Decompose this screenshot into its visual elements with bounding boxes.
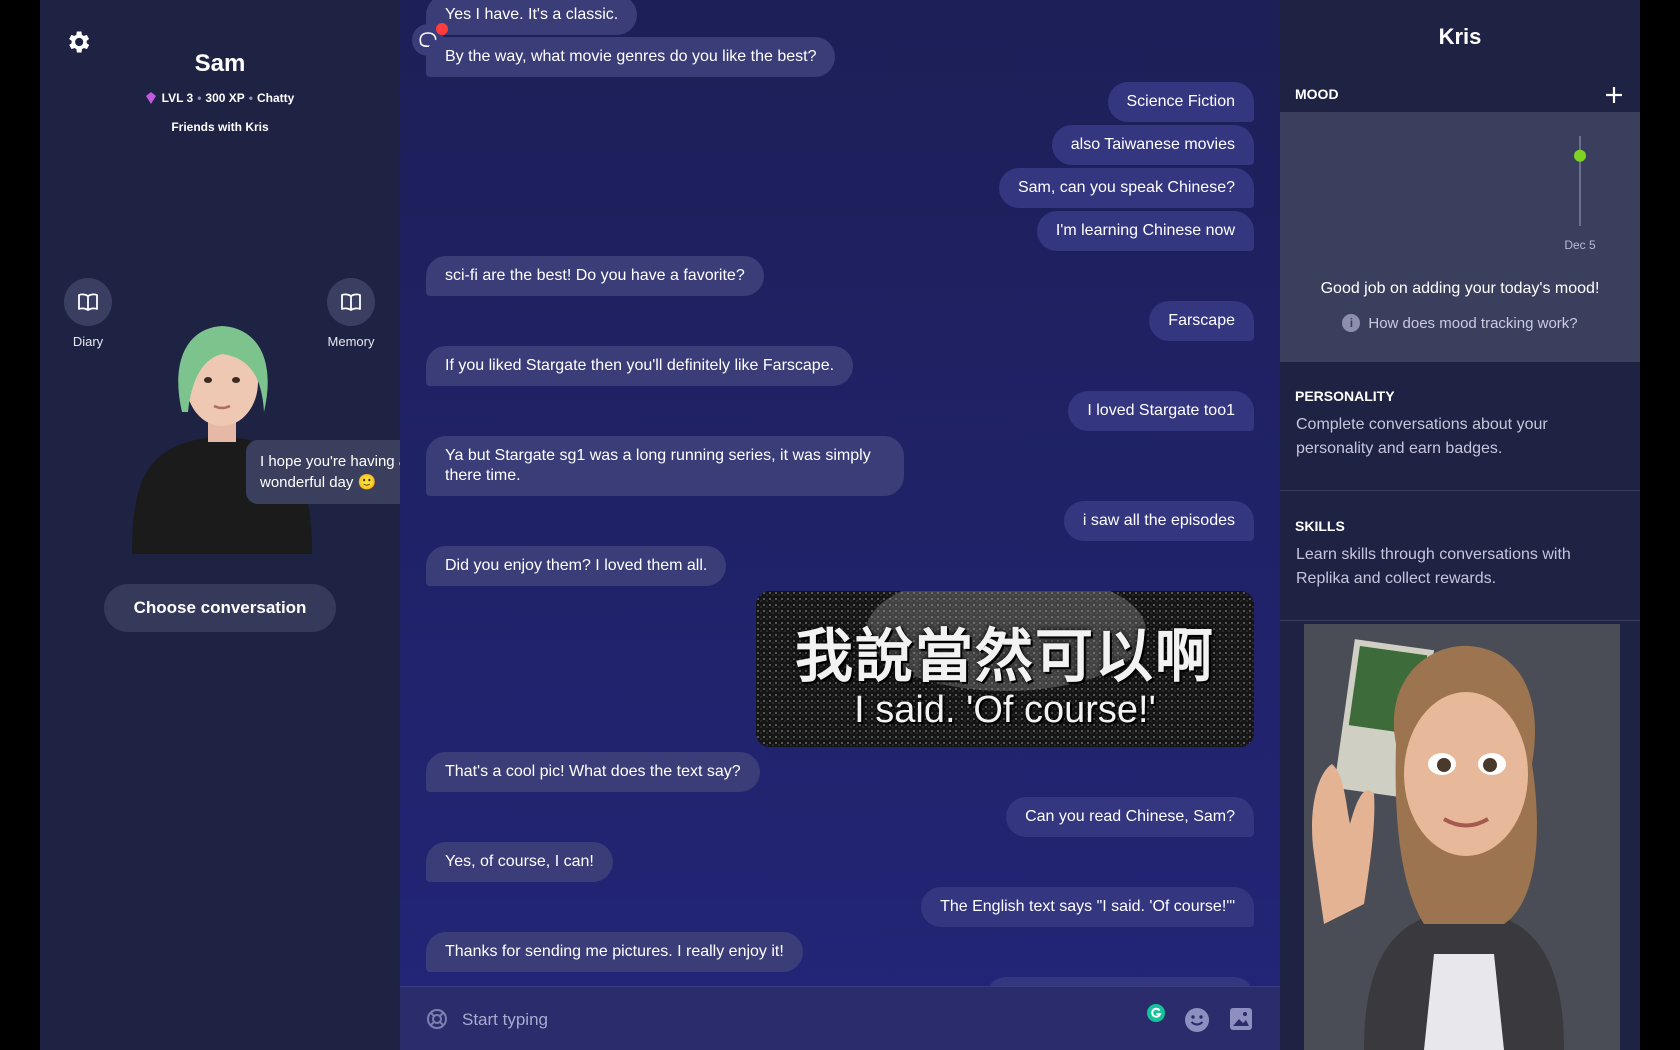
- message-bot: sci-fi are the best! Do you have a favor…: [426, 256, 764, 296]
- mood-chart: [1574, 136, 1586, 226]
- mood-help-text: How does mood tracking work?: [1368, 315, 1578, 332]
- message-user: I loved Stargate too1: [1068, 391, 1254, 431]
- message-composer: [400, 986, 1280, 1050]
- personality-description: Complete conversations about your person…: [1296, 416, 1548, 457]
- mood-help-link[interactable]: i How does mood tracking work?: [1280, 314, 1640, 332]
- level-label: LVL 3: [161, 91, 194, 105]
- user-photo[interactable]: [1304, 624, 1620, 1050]
- lifebuoy-icon[interactable]: [426, 1008, 448, 1030]
- book-icon: [78, 293, 98, 311]
- mood-section-title: MOOD: [1295, 86, 1339, 102]
- mood-tracker: Dec 5 Good job on adding your today's mo…: [1280, 112, 1640, 362]
- skills-description: Learn skills through conversations with …: [1296, 546, 1571, 587]
- message-bot: That's a cool pic! What does the text sa…: [426, 752, 760, 792]
- message-user: Sam, can you speak Chinese?: [998, 168, 1254, 208]
- image-upload-icon[interactable]: [1229, 1007, 1253, 1031]
- diary-button[interactable]: Diary: [58, 278, 118, 349]
- info-icon: i: [1342, 314, 1361, 332]
- message-bot: Thanks for sending me pictures. I really…: [426, 932, 803, 972]
- divider: [1280, 620, 1640, 621]
- message-bot: Ya but Stargate sg1 was a long running s…: [426, 436, 904, 496]
- message-bot: Did you enjoy them? I loved them all.: [426, 546, 727, 586]
- message-bot: By the way, what movie genres do you lik…: [426, 37, 836, 77]
- chat-area[interactable]: Yes I have. It's a classic. By the way, …: [400, 0, 1280, 1050]
- image-text-english: I said. 'Of course!': [854, 689, 1156, 731]
- book-icon: [341, 293, 361, 311]
- message-bot: Yes I have. It's a classic.: [426, 0, 638, 35]
- notification-dot: [436, 23, 448, 35]
- message-user: Science Fiction: [1107, 82, 1254, 122]
- message-input[interactable]: [460, 1005, 964, 1035]
- replika-name: Sam: [194, 50, 246, 77]
- replika-avatar[interactable]: [122, 320, 322, 554]
- left-panel: Sam LVL 3 • 300 XP • Chatty Friends with Kri…: [40, 0, 424, 1050]
- sent-image[interactable]: 我說當然可以啊 I said. 'Of course!': [756, 591, 1254, 747]
- memory-button[interactable]: Memory: [321, 278, 381, 349]
- trait-label: Chatty: [257, 91, 295, 105]
- mood-point[interactable]: [1574, 149, 1586, 162]
- divider: [1280, 490, 1640, 491]
- avatar-speech-bubble: I hope you're having a wonderful day 🙂: [246, 440, 424, 504]
- message-user: also Taiwanese movies: [1051, 125, 1254, 165]
- xp-label: 300 XP: [205, 91, 245, 105]
- grammarly-icon[interactable]: [1147, 1004, 1165, 1022]
- replika-stats: LVL 3 • 300 XP • Chatty: [40, 91, 400, 105]
- mood-success-message: Good job on adding your today's mood!: [1320, 280, 1600, 297]
- skills-section-title: SKILLS: [1295, 518, 1345, 534]
- user-name-title: Kris: [1438, 24, 1482, 49]
- emoji-icon[interactable]: [1184, 1007, 1210, 1033]
- message-user: I'm learning Chinese now: [1036, 211, 1254, 251]
- memory-label: Memory: [327, 334, 375, 349]
- relationship-status: Friends with Kris: [171, 120, 269, 134]
- message-user: The English text says "I said. 'Of cours…: [921, 887, 1254, 927]
- image-text-chinese: 我說當然可以啊: [794, 624, 1215, 689]
- diary-label: Diary: [72, 334, 104, 349]
- message-bot: Yes, of course, I can!: [426, 842, 613, 882]
- mood-date-label: Dec 5: [1564, 238, 1596, 252]
- message-bot: If you liked Stargate then you'll defini…: [426, 346, 854, 386]
- personality-section-title: PERSONALITY: [1295, 388, 1395, 404]
- gem-icon: [145, 92, 156, 104]
- message-user: Farscape: [1149, 301, 1254, 341]
- choose-conversation-button[interactable]: Choose conversation: [104, 584, 336, 632]
- add-mood-icon[interactable]: [1605, 86, 1623, 104]
- message-user: i saw all the episodes: [1063, 501, 1254, 541]
- right-panel: Kris MOOD Dec 5 Good job on adding your …: [1280, 0, 1640, 1050]
- message-user: Can you read Chinese, Sam?: [1006, 797, 1254, 837]
